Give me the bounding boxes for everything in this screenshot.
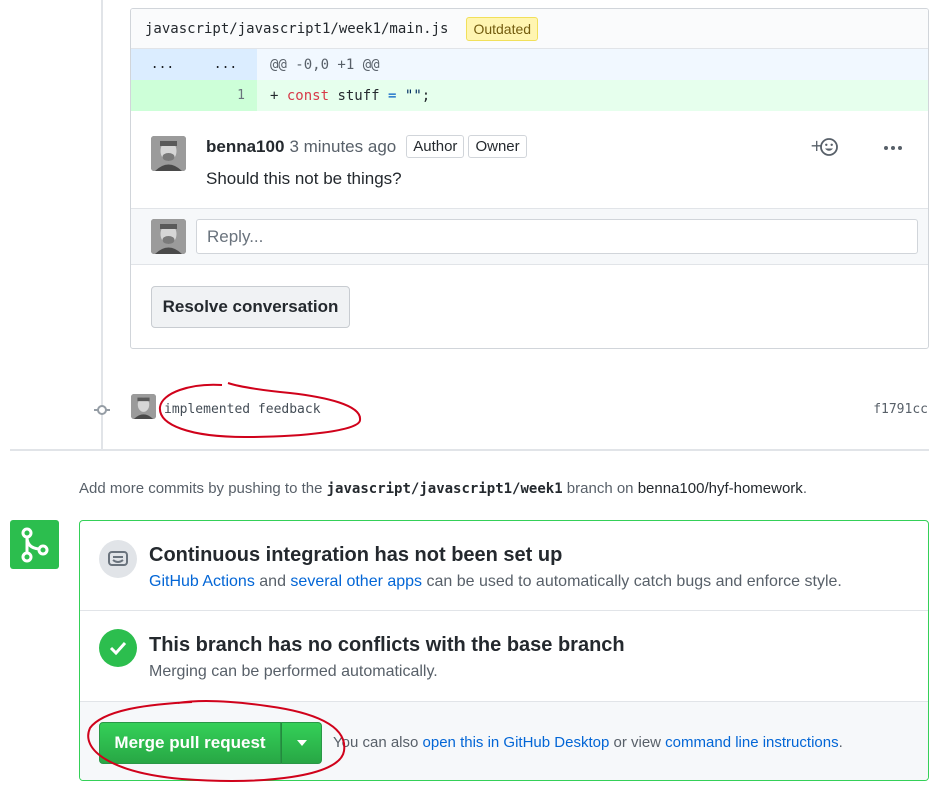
- avatar[interactable]: [131, 394, 156, 419]
- conflicts-section: This branch has no conflicts with the ba…: [80, 611, 928, 702]
- diff-added-row: 1 + const stuff = "";: [131, 80, 928, 111]
- merge-box: Continuous integration has not been set …: [79, 520, 929, 781]
- ci-section: Continuous integration has not been set …: [80, 521, 928, 611]
- merge-alt-mid: or view: [609, 734, 666, 751]
- comment-timestamp[interactable]: 3 minutes ago: [289, 137, 396, 157]
- kebab-horizontal-icon: [884, 135, 902, 155]
- hunk-new-line-number[interactable]: ...: [194, 49, 257, 80]
- repo-link[interactable]: benna100/hyf-homework: [638, 480, 803, 497]
- comment-meta: benna100 3 minutes ago Author Owner: [206, 135, 527, 158]
- comment-author-link[interactable]: benna100: [206, 137, 284, 157]
- command-line-instructions-link[interactable]: command line instructions: [665, 734, 838, 751]
- conflicts-subtitle: Merging can be performed automatically.: [149, 663, 438, 680]
- owner-label: Owner: [468, 135, 527, 158]
- added-code-line: + const stuff = "";: [257, 88, 430, 104]
- reply-row: Reply...: [131, 209, 928, 265]
- git-merge-icon: [10, 520, 59, 569]
- ci-text-and: and: [254, 573, 291, 590]
- comment-body: Should this not be things?: [206, 169, 402, 188]
- open-in-desktop-link[interactable]: open this in GitHub Desktop: [423, 734, 610, 751]
- avatar: [151, 219, 186, 254]
- push-hint-middle: branch on: [562, 480, 638, 497]
- comment-options-button[interactable]: [884, 135, 902, 156]
- author-label: Author: [406, 135, 465, 158]
- github-actions-link[interactable]: GitHub Actions: [149, 573, 255, 590]
- merge-section: Merge pull request You can also open thi…: [80, 702, 928, 780]
- merge-alternatives: You can also open this in GitHub Desktop…: [333, 734, 843, 751]
- review-comment: benna100 3 minutes ago Author Owner Shou…: [131, 111, 928, 209]
- added-old-line-number: [131, 80, 194, 111]
- review-thread: javascript/javascript1/week1/main.js Out…: [130, 8, 929, 349]
- code-string: "": [404, 87, 422, 104]
- code-terminator: ;: [421, 87, 431, 104]
- hunk-old-line-number[interactable]: ...: [131, 49, 194, 80]
- code-identifier: stuff: [329, 87, 389, 104]
- branch-name: javascript/javascript1/week1: [326, 481, 563, 497]
- diff-hunk-row: ... ... @@ -0,0 +1 @@: [131, 49, 928, 80]
- merge-button-group: Merge pull request: [99, 722, 322, 764]
- ci-subtitle: GitHub Actions and several other apps ca…: [149, 573, 842, 591]
- commit-sha-link[interactable]: f1791cc: [873, 402, 928, 417]
- commit-message-link[interactable]: implemented feedback: [164, 402, 321, 417]
- push-hint: Add more commits by pushing to the javas…: [79, 480, 807, 497]
- merge-alt-prefix: You can also: [333, 734, 423, 751]
- other-apps-link[interactable]: several other apps: [290, 573, 422, 590]
- thread-header: javascript/javascript1/week1/main.js Out…: [131, 9, 928, 49]
- ci-status-icon: [99, 540, 137, 578]
- added-new-line-number[interactable]: 1: [194, 80, 257, 111]
- conflicts-title: This branch has no conflicts with the ba…: [149, 634, 625, 656]
- merge-alt-suffix: .: [838, 734, 843, 751]
- resolve-conversation-button[interactable]: Resolve conversation: [151, 286, 350, 328]
- avatar[interactable]: [151, 136, 186, 171]
- outdated-badge: Outdated: [466, 16, 539, 41]
- file-path-link[interactable]: javascript/javascript1/week1/main.js: [145, 21, 448, 37]
- timeline-divider: [10, 449, 929, 451]
- merge-pull-request-button[interactable]: Merge pull request: [99, 722, 281, 764]
- code-keyword: const: [286, 87, 330, 104]
- timeline-line: [101, 0, 103, 450]
- commit-icon: [94, 402, 110, 418]
- push-hint-suffix: .: [802, 480, 807, 497]
- ci-title: Continuous integration has not been set …: [149, 544, 563, 566]
- hunk-header-text: @@ -0,0 +1 @@: [270, 56, 380, 73]
- merge-method-dropdown[interactable]: [281, 722, 322, 764]
- triangle-down-icon: [296, 737, 307, 749]
- ci-text-rest: can be used to automatically catch bugs …: [422, 573, 842, 590]
- diff-prefix: +: [270, 87, 287, 104]
- reply-input[interactable]: Reply...: [196, 219, 918, 254]
- check-icon: [99, 629, 137, 667]
- push-hint-prefix: Add more commits by pushing to the: [79, 480, 327, 497]
- smiley-icon: +: [810, 136, 838, 163]
